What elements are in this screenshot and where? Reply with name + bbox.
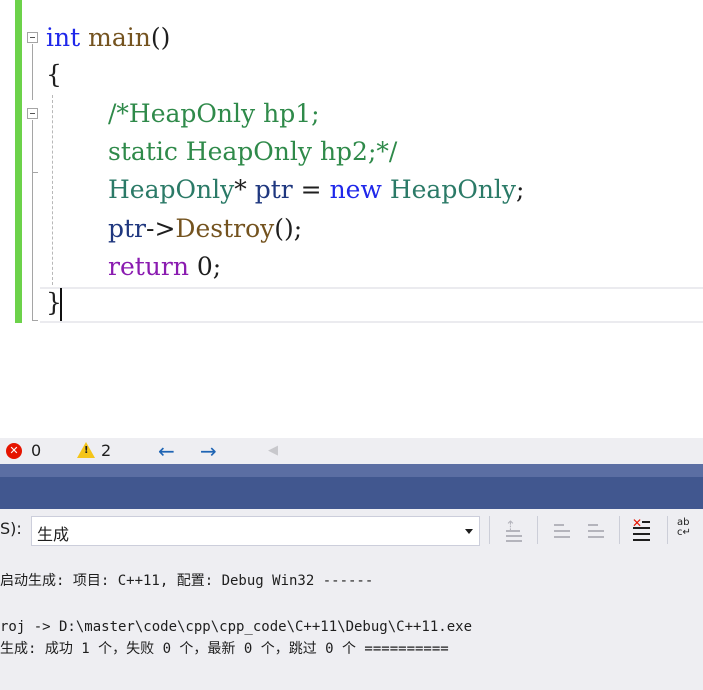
punctuation: ; xyxy=(516,175,525,204)
output-text-area[interactable]: 启动生成: 项目: C++11, 配置: Debug Win32 ------ … xyxy=(0,551,703,690)
navigate-forward-icon[interactable]: → xyxy=(200,438,217,464)
panel-divider xyxy=(0,464,703,477)
open-brace: { xyxy=(46,60,62,89)
punctuation: (); xyxy=(274,214,303,243)
status-bar: ✕ 0 ! 2 ← → ◀ xyxy=(0,438,703,464)
literal: 0; xyxy=(196,252,222,281)
toolbar-separator xyxy=(537,516,538,544)
toolbar-separator xyxy=(619,516,620,544)
keyword: int xyxy=(46,23,81,52)
code-editor[interactable]: int main() { /*HeapOnly hp1; static Heap… xyxy=(0,0,703,438)
code-line-7[interactable]: return 0; xyxy=(108,249,221,285)
output-source-value: 生成 xyxy=(37,525,70,544)
type-name: HeapOnly xyxy=(389,175,517,204)
code-line-5[interactable]: HeapOnly* ptr = new HeapOnly; xyxy=(108,172,524,208)
output-line: 生成: 成功 1 个，失败 0 个，最新 0 个，跳过 0 个 ========… xyxy=(0,641,449,657)
collapse-main-icon[interactable] xyxy=(27,32,38,43)
toolbar-separator xyxy=(489,516,490,544)
current-line-highlight xyxy=(40,287,703,323)
toolbar-separator xyxy=(667,516,668,544)
chevron-down-icon xyxy=(465,529,473,534)
function-name: Destroy xyxy=(175,214,275,243)
type-name: HeapOnly xyxy=(108,175,235,204)
icon-bar xyxy=(506,530,520,532)
output-line: roj -> D:\master\code\cpp\cpp_code\C++11… xyxy=(0,619,473,635)
icon-bar xyxy=(633,527,650,529)
clear-all-icon[interactable]: ✕ xyxy=(628,516,654,544)
icon-bar xyxy=(588,524,598,526)
warning-count[interactable]: 2 xyxy=(101,441,111,460)
error-icon[interactable]: ✕ xyxy=(6,443,22,459)
icon-bar xyxy=(633,539,650,541)
word-wrap-icon[interactable]: ab c↵ xyxy=(676,516,702,544)
output-toolbar: S): 生成 ⇡ ✕ ab c↵ xyxy=(0,509,703,551)
navigate-backward-icon[interactable]: ← xyxy=(158,438,175,464)
code-line-3[interactable]: /*HeapOnly hp1; xyxy=(108,96,320,132)
comment: static HeapOnly hp2;*/ xyxy=(108,137,398,166)
output-source-dropdown[interactable]: 生成 xyxy=(31,516,480,546)
icon-bar xyxy=(554,530,570,532)
output-source-label: S): xyxy=(0,519,22,538)
icon-bar xyxy=(506,535,522,537)
operator: -> xyxy=(146,214,176,243)
find-prev-icon[interactable] xyxy=(549,516,575,544)
fold-line xyxy=(32,44,33,100)
code-line-6[interactable]: ptr->Destroy(); xyxy=(108,211,302,247)
scroll-left-icon[interactable]: ◀ xyxy=(268,438,278,464)
punctuation: () xyxy=(150,23,171,52)
icon-bar xyxy=(588,536,604,538)
keyword: return xyxy=(108,252,189,281)
icon-bar xyxy=(633,533,650,535)
indent-guide xyxy=(52,95,53,285)
function-name: main xyxy=(88,23,151,52)
collapse-comment-icon[interactable] xyxy=(27,108,38,119)
operator: = xyxy=(300,175,322,204)
output-panel-title-bar[interactable] xyxy=(0,477,703,509)
error-count[interactable]: 0 xyxy=(31,441,41,460)
text-caret xyxy=(60,288,62,321)
icon-bar xyxy=(588,530,604,532)
icon-bar xyxy=(554,524,564,526)
change-tracking-bar xyxy=(15,0,22,323)
warning-mark: ! xyxy=(84,445,89,456)
icon-bar xyxy=(506,540,522,542)
fold-line xyxy=(32,172,33,320)
output-line: 启动生成: 项目: C++11, 配置: Debug Win32 ------ xyxy=(0,573,374,589)
icon-bar xyxy=(554,536,570,538)
variable: ptr xyxy=(108,214,147,243)
fold-end-tick xyxy=(32,320,38,321)
find-next-icon[interactable] xyxy=(583,516,609,544)
icon-bar xyxy=(642,521,650,523)
comment: /*HeapOnly hp1; xyxy=(108,99,320,128)
code-line-1[interactable]: int main() xyxy=(46,20,170,56)
variable: ptr xyxy=(254,175,293,204)
fold-line xyxy=(32,120,33,172)
operator: * xyxy=(234,175,247,204)
goto-prev-message-icon[interactable]: ⇡ xyxy=(501,516,527,544)
code-line-2[interactable]: { xyxy=(46,57,62,93)
keyword: new xyxy=(329,175,382,204)
code-line-4[interactable]: static HeapOnly hp2;*/ xyxy=(108,134,397,170)
wrap-glyph-bottom: c↵ xyxy=(677,527,691,538)
